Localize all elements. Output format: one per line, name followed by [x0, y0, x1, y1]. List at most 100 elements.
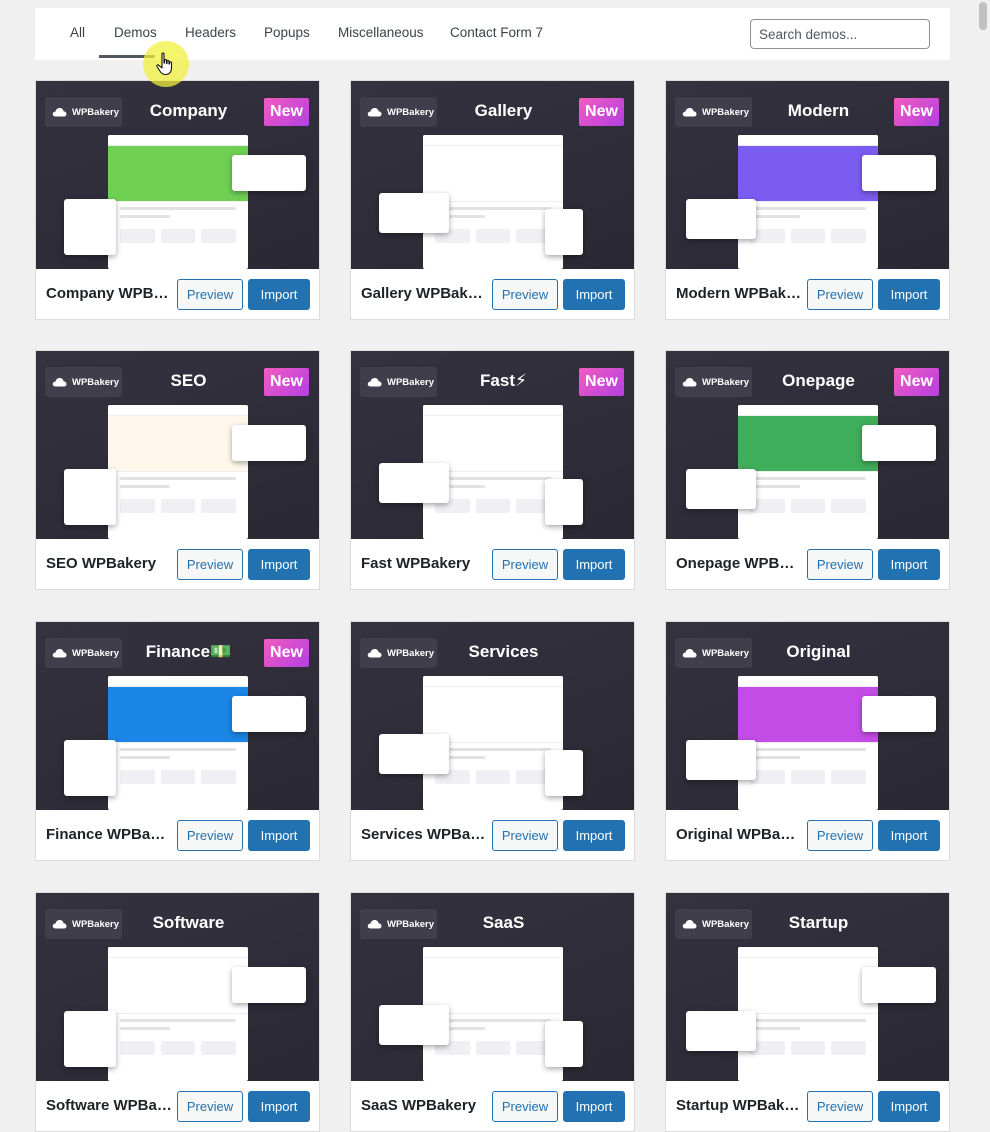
mockup-nav: [738, 947, 878, 958]
mockup-block: [831, 770, 867, 784]
tab-contact-form-7[interactable]: Contact Form 7: [450, 24, 543, 42]
tab-popups[interactable]: Popups: [264, 24, 310, 42]
page-scrollbar[interactable]: [976, 0, 990, 947]
demo-card-onepage: WPBakery Onepage New Onepage WPBakery Previe…: [665, 350, 950, 590]
demo-card-finance: WPBakery Finance💵 New Finance WPBakery Previ…: [35, 621, 320, 861]
preview-button[interactable]: Preview: [492, 1091, 558, 1122]
preview-button[interactable]: Preview: [177, 279, 243, 310]
import-button[interactable]: Import: [878, 549, 940, 580]
mockup-hero: [738, 416, 878, 472]
preview-button[interactable]: Preview: [492, 820, 558, 851]
mockup-block: [790, 770, 826, 784]
mockup-block: [160, 1041, 196, 1055]
demo-thumbnail[interactable]: WPBakery Gallery New: [351, 81, 634, 269]
mockup-line: [120, 1027, 170, 1030]
mockup-floating-card: [232, 155, 306, 191]
preview-button[interactable]: Preview: [807, 820, 873, 851]
import-button[interactable]: Import: [248, 1091, 310, 1122]
preview-button[interactable]: Preview: [492, 279, 558, 310]
demo-thumbnail[interactable]: WPBakery Company New: [36, 81, 319, 269]
import-button[interactable]: Import: [563, 279, 625, 310]
preview-button[interactable]: Preview: [807, 1091, 873, 1122]
mockup-block: [160, 499, 196, 513]
demo-card-modern: WPBakery Modern New Modern WPBakery Preview I…: [665, 80, 950, 320]
demo-title: Fast⚡: [480, 371, 527, 390]
import-button[interactable]: Import: [248, 549, 310, 580]
wpbakery-badge: WPBakery: [360, 638, 437, 668]
mockup-hero: [108, 687, 248, 743]
wpbakery-badge-label: WPBakery: [387, 376, 434, 388]
wpbakery-badge: WPBakery: [45, 638, 122, 668]
import-button[interactable]: Import: [248, 820, 310, 851]
preview-button[interactable]: Preview: [492, 549, 558, 580]
cloud-icon: [367, 107, 382, 117]
preview-button[interactable]: Preview: [177, 1091, 243, 1122]
demo-name: SEO WPBakery: [46, 555, 157, 572]
mockup-floating-card: [232, 967, 306, 1003]
wpbakery-badge-label: WPBakery: [387, 918, 434, 930]
demo-thumbnail[interactable]: WPBakery SEO New: [36, 351, 319, 539]
tab-miscellaneous[interactable]: Miscellaneous: [338, 24, 424, 42]
mockup-floating-card: [379, 734, 449, 774]
preview-button[interactable]: Preview: [177, 820, 243, 851]
preview-button[interactable]: Preview: [807, 279, 873, 310]
demo-title: Software: [152, 913, 225, 932]
new-badge: New: [579, 368, 624, 396]
import-button[interactable]: Import: [878, 279, 940, 310]
demo-card-startup: WPBakery Startup Startup WPBakery Preview Im…: [665, 892, 950, 1132]
demo-thumbnail[interactable]: WPBakery Original: [666, 622, 949, 810]
new-badge: New: [894, 98, 939, 126]
mockup-hero: [108, 958, 248, 1014]
mockup-line: [435, 207, 551, 210]
demo-thumbnail[interactable]: WPBakery Software: [36, 893, 319, 1081]
mockup-hero: [738, 146, 878, 202]
mockup-block: [160, 229, 196, 243]
site-mockup: [108, 405, 248, 539]
import-button[interactable]: Import: [878, 820, 940, 851]
import-button[interactable]: Import: [248, 279, 310, 310]
mockup-line: [435, 1019, 551, 1022]
demo-card-company: WPBakery Company New Company WPBakery Previe…: [35, 80, 320, 320]
wpbakery-badge-label: WPBakery: [72, 647, 119, 659]
mockup-floating-card: [232, 696, 306, 732]
mockup-block: [201, 499, 237, 513]
mockup-floating-card: [862, 696, 936, 732]
import-button[interactable]: Import: [563, 820, 625, 851]
demo-thumbnail[interactable]: WPBakery Fast⚡ New: [351, 351, 634, 539]
demo-thumbnail[interactable]: WPBakery Finance💵 New: [36, 622, 319, 810]
mockup-block: [475, 1041, 511, 1055]
mockup-nav: [423, 135, 563, 146]
demo-name: Onepage WPBakery: [676, 555, 802, 572]
demo-thumbnail[interactable]: WPBakery Modern New: [666, 81, 949, 269]
import-button[interactable]: Import: [563, 1091, 625, 1122]
wpbakery-badge-label: WPBakery: [72, 376, 119, 388]
import-button[interactable]: Import: [563, 549, 625, 580]
demo-card-footer: SaaS WPBakery Preview Import: [351, 1081, 634, 1131]
demo-thumbnail[interactable]: WPBakery Services: [351, 622, 634, 810]
preview-button[interactable]: Preview: [807, 549, 873, 580]
demo-thumbnail[interactable]: WPBakery Onepage New: [666, 351, 949, 539]
mockup-floating-card: [545, 1021, 583, 1067]
site-mockup: [108, 947, 248, 1081]
mockup-nav: [738, 135, 878, 146]
wpbakery-badge: WPBakery: [675, 367, 752, 397]
mockup-floating-card: [686, 199, 756, 239]
tab-headers[interactable]: Headers: [185, 24, 236, 42]
new-badge: New: [264, 639, 309, 667]
wpbakery-badge-label: WPBakery: [72, 918, 119, 930]
demo-thumbnail[interactable]: WPBakery SaaS: [351, 893, 634, 1081]
demo-thumbnail[interactable]: WPBakery Startup: [666, 893, 949, 1081]
preview-button[interactable]: Preview: [177, 549, 243, 580]
tab-demos[interactable]: Demos: [114, 24, 157, 42]
wpbakery-badge: WPBakery: [45, 909, 122, 939]
wpbakery-badge-label: WPBakery: [702, 647, 749, 659]
search-demos-input[interactable]: [750, 19, 930, 49]
import-button[interactable]: Import: [878, 1091, 940, 1122]
cloud-icon: [682, 377, 697, 387]
mockup-line: [750, 756, 800, 759]
tab-all[interactable]: All: [70, 24, 85, 42]
scrollbar-thumb[interactable]: [979, 2, 987, 30]
cloud-icon: [367, 919, 382, 929]
demo-card-footer: Startup WPBakery Preview Import: [666, 1081, 949, 1131]
mockup-blocks: [108, 1035, 248, 1061]
